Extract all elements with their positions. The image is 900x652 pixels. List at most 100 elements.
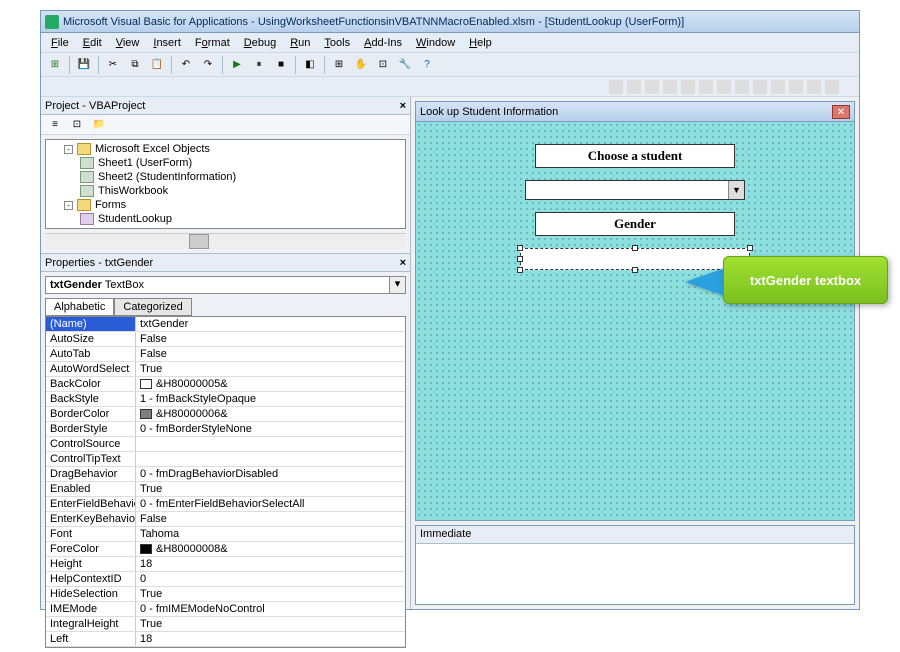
property-value[interactable]: True	[136, 617, 405, 631]
titlebar[interactable]: Microsoft Visual Basic for Applications …	[41, 11, 859, 33]
userform-close-button[interactable]: ✕	[832, 105, 850, 119]
property-row[interactable]: BorderStyle0 - fmBorderStyleNone	[46, 422, 405, 437]
design-mode-button[interactable]: ◧	[300, 55, 320, 75]
chevron-down-icon[interactable]: ▼	[728, 181, 744, 199]
property-row[interactable]: HideSelectionTrue	[46, 587, 405, 602]
userform-canvas[interactable]: Choose a student ▼ Gender	[416, 122, 854, 520]
menu-help[interactable]: Help	[463, 35, 498, 51]
property-row[interactable]: Left18	[46, 632, 405, 647]
undo-button[interactable]: ↶	[176, 55, 196, 75]
resize-handle[interactable]	[517, 245, 523, 251]
property-row[interactable]: IntegralHeightTrue	[46, 617, 405, 632]
close-project-panel-button[interactable]: ×	[400, 100, 406, 112]
paste-button[interactable]: 📋	[147, 55, 167, 75]
property-value[interactable]: False	[136, 332, 405, 346]
resize-handle[interactable]	[517, 267, 523, 273]
view-object-button[interactable]: ⊡	[67, 115, 87, 135]
label-gender[interactable]: Gender	[535, 212, 735, 236]
run-button[interactable]: ▶	[227, 55, 247, 75]
cut-button[interactable]: ✂	[103, 55, 123, 75]
property-row[interactable]: BackStyle1 - fmBackStyleOpaque	[46, 392, 405, 407]
property-row[interactable]: DragBehavior0 - fmDragBehaviorDisabled	[46, 467, 405, 482]
property-value[interactable]: 0 - fmEnterFieldBehaviorSelectAll	[136, 497, 405, 511]
properties-object-selector[interactable]: txtGender TextBox ▾	[45, 276, 406, 294]
property-value[interactable]: False	[136, 347, 405, 361]
userform-titlebar[interactable]: Look up Student Information ✕	[416, 102, 854, 122]
resize-handle[interactable]	[632, 267, 638, 273]
property-value[interactable]: &H80000006&	[136, 407, 405, 421]
menu-view[interactable]: View	[110, 35, 146, 51]
view-code-button[interactable]: ≡	[45, 115, 65, 135]
chevron-down-icon[interactable]: ▾	[390, 276, 406, 294]
property-row[interactable]: BorderColor&H80000006&	[46, 407, 405, 422]
property-row[interactable]: ForeColor&H80000008&	[46, 542, 405, 557]
property-value[interactable]: 0 - fmBorderStyleNone	[136, 422, 405, 436]
property-value[interactable]: 18	[136, 632, 405, 646]
property-value[interactable]: True	[136, 482, 405, 496]
property-row[interactable]: EnabledTrue	[46, 482, 405, 497]
menu-format[interactable]: Format	[189, 35, 236, 51]
property-value[interactable]: txtGender	[136, 317, 405, 331]
tree-forms[interactable]: -Forms	[48, 198, 403, 212]
resize-handle[interactable]	[747, 245, 753, 251]
property-row[interactable]: HelpContextID0	[46, 572, 405, 587]
toolbox-button[interactable]: 🔧	[395, 55, 415, 75]
project-hscrollbar[interactable]	[45, 233, 406, 249]
resize-handle[interactable]	[517, 256, 523, 262]
property-value[interactable]: 0	[136, 572, 405, 586]
menu-insert[interactable]: Insert	[147, 35, 187, 51]
menu-file[interactable]: File	[45, 35, 75, 51]
property-row[interactable]: AutoSizeFalse	[46, 332, 405, 347]
property-value[interactable]: True	[136, 362, 405, 376]
property-row[interactable]: ControlTipText	[46, 452, 405, 467]
property-row[interactable]: EnterKeyBehaviorFalse	[46, 512, 405, 527]
menu-addins[interactable]: Add-Ins	[358, 35, 408, 51]
property-value[interactable]: 0 - fmDragBehaviorDisabled	[136, 467, 405, 481]
property-row[interactable]: ControlSource	[46, 437, 405, 452]
break-button[interactable]: ⏸	[249, 55, 269, 75]
property-row[interactable]: BackColor&H80000005&	[46, 377, 405, 392]
project-explorer-button[interactable]: ⊞	[329, 55, 349, 75]
toggle-folders-button[interactable]: 📁	[89, 115, 109, 135]
view-excel-button[interactable]: ⊞	[45, 55, 65, 75]
property-value[interactable]	[136, 452, 405, 466]
menu-tools[interactable]: Tools	[318, 35, 356, 51]
tab-alphabetic[interactable]: Alphabetic	[45, 298, 114, 316]
property-value[interactable]: False	[136, 512, 405, 526]
project-tree[interactable]: -Microsoft Excel Objects Sheet1 (UserFor…	[45, 139, 406, 229]
textbox-txtgender-selected[interactable]	[520, 248, 750, 270]
property-row[interactable]: EnterFieldBehavior0 - fmEnterFieldBehavi…	[46, 497, 405, 512]
properties-grid[interactable]: (Name)txtGenderAutoSizeFalseAutoTabFalse…	[45, 316, 406, 648]
object-browser-button[interactable]: ⊡	[373, 55, 393, 75]
save-button[interactable]: 💾	[74, 55, 94, 75]
immediate-window[interactable]: Immediate	[415, 525, 855, 605]
menu-edit[interactable]: Edit	[77, 35, 108, 51]
menu-debug[interactable]: Debug	[238, 35, 282, 51]
properties-button[interactable]: ✋	[351, 55, 371, 75]
property-value[interactable]: 0 - fmIMEModeNoControl	[136, 602, 405, 616]
userform-designer[interactable]: Look up Student Information ✕ Choose a s…	[415, 101, 855, 521]
property-value[interactable]: &H80000008&	[136, 542, 405, 556]
combobox-student[interactable]: ▼	[525, 180, 745, 200]
menu-run[interactable]: Run	[284, 35, 316, 51]
property-value[interactable]	[136, 437, 405, 451]
property-value[interactable]: 1 - fmBackStyleOpaque	[136, 392, 405, 406]
property-value[interactable]: Tahoma	[136, 527, 405, 541]
tree-studentlookup[interactable]: StudentLookup	[48, 212, 403, 226]
property-row[interactable]: AutoTabFalse	[46, 347, 405, 362]
resize-handle[interactable]	[632, 245, 638, 251]
tree-thisworkbook[interactable]: ThisWorkbook	[48, 184, 403, 198]
close-properties-panel-button[interactable]: ×	[400, 257, 406, 269]
property-row[interactable]: IMEMode0 - fmIMEModeNoControl	[46, 602, 405, 617]
tree-sheet2[interactable]: Sheet2 (StudentInformation)	[48, 170, 403, 184]
copy-button[interactable]: ⧉	[125, 55, 145, 75]
reset-button[interactable]: ■	[271, 55, 291, 75]
label-choose-student[interactable]: Choose a student	[535, 144, 735, 168]
help-button[interactable]: ?	[417, 55, 437, 75]
property-row[interactable]: (Name)txtGender	[46, 317, 405, 332]
tab-categorized[interactable]: Categorized	[114, 298, 191, 316]
property-value[interactable]: &H80000005&	[136, 377, 405, 391]
property-value[interactable]: 18	[136, 557, 405, 571]
tree-excel-objects[interactable]: -Microsoft Excel Objects	[48, 142, 403, 156]
property-value[interactable]: True	[136, 587, 405, 601]
